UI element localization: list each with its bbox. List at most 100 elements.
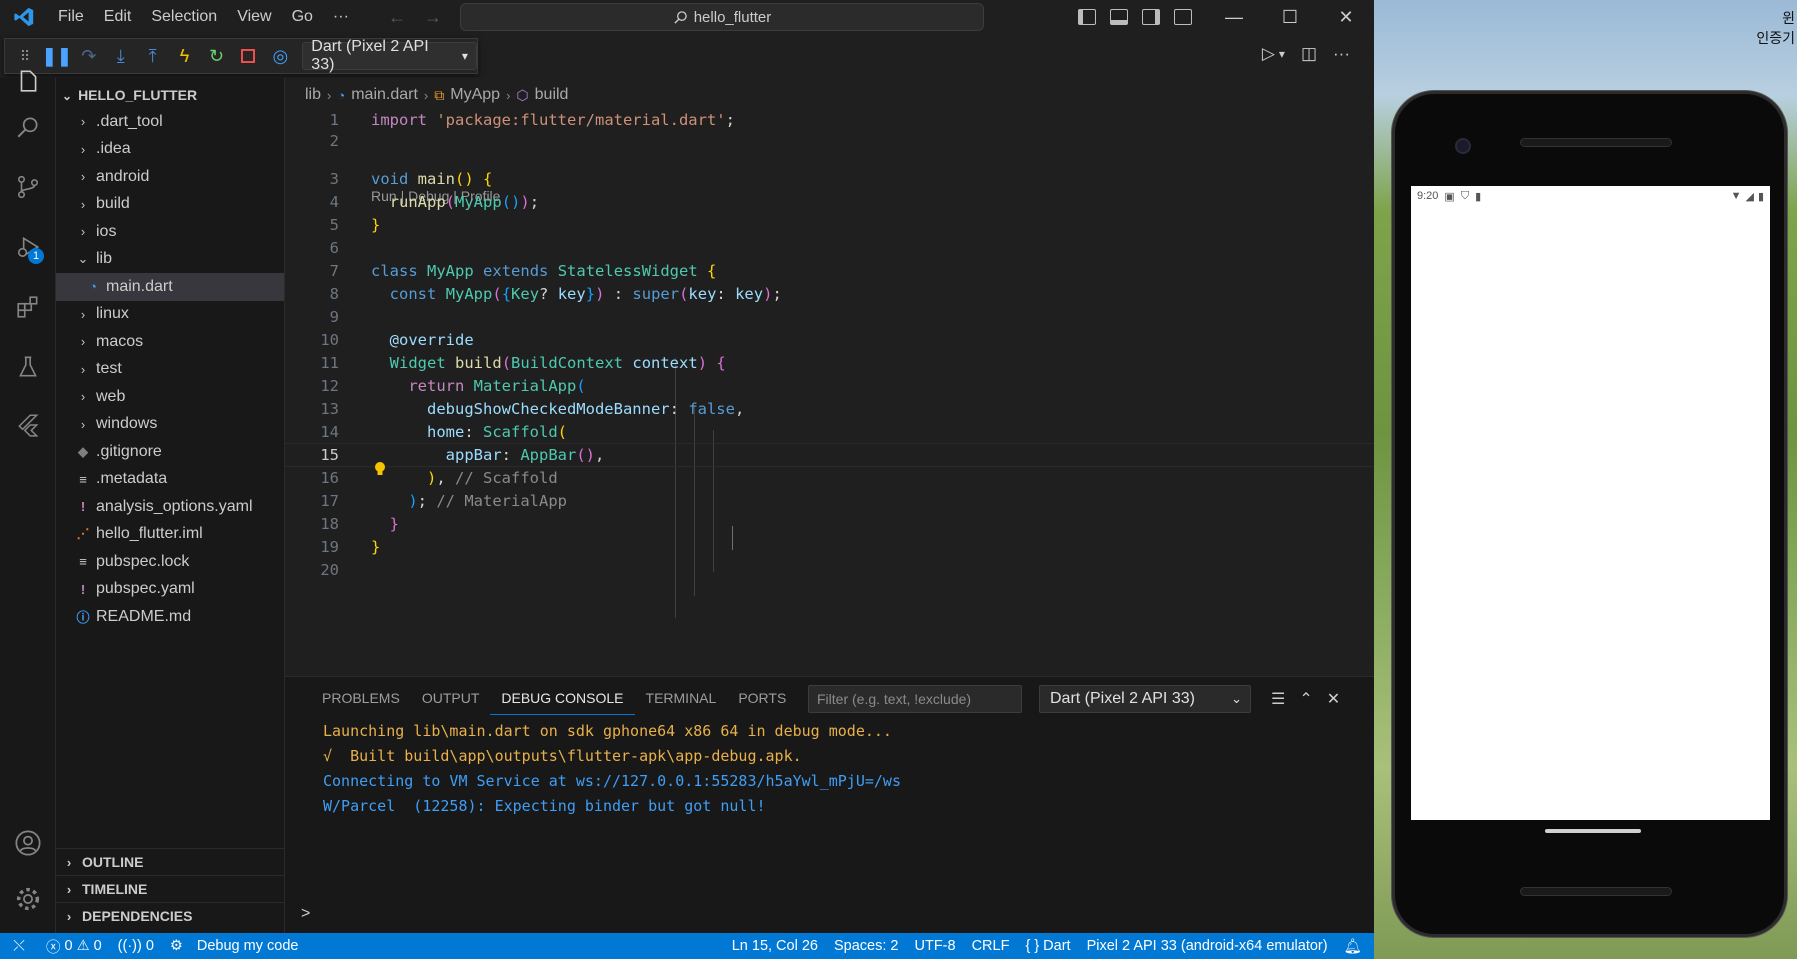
maximize-button[interactable]: ☐: [1262, 0, 1318, 34]
tab-debug-console[interactable]: DEBUG CONSOLE: [490, 687, 635, 715]
back-arrow-icon[interactable]: ←: [388, 7, 406, 28]
remote-indicator-icon[interactable]: ⤬: [0, 933, 38, 959]
console-input-prompt[interactable]: >: [301, 905, 310, 923]
tab-output[interactable]: OUTPUT: [411, 687, 491, 715]
tree-item-pubspec-lock[interactable]: ≡ pubspec.lock: [56, 548, 284, 576]
manage-gear-icon[interactable]: [0, 874, 56, 924]
step-into-icon[interactable]: ⤓: [105, 41, 137, 71]
extensions-icon[interactable]: [0, 282, 56, 332]
debug-session-select[interactable]: Dart (Pixel 2 API 33) ⌄: [1039, 685, 1251, 713]
source-control-icon[interactable]: [0, 162, 56, 212]
tree-item-idea[interactable]: › .idea: [56, 136, 284, 164]
maximize-panel-icon[interactable]: ⌃: [1299, 689, 1312, 709]
toggle-primary-sidebar-icon[interactable]: [1078, 9, 1096, 25]
breadcrumb-method[interactable]: build: [535, 86, 569, 104]
problems-status[interactable]: ⓧ 0 ⚠ 0: [38, 936, 110, 957]
tree-item-main-dart[interactable]: ◔ main.dart: [56, 273, 284, 301]
chevron-down-icon: ⌄: [77, 251, 89, 267]
debug-session-label: Dart (Pixel 2 API 33): [1050, 690, 1195, 707]
tree-item-android[interactable]: › android: [56, 163, 284, 191]
status-bar: ⤬ ⓧ 0 ⚠ 0 ((·)) 0 ⚙ Debug my code Ln 15, Co…: [0, 933, 1374, 959]
dependencies-section[interactable]: › DEPENDENCIES: [56, 902, 285, 929]
chevron-right-icon: ›: [66, 854, 72, 870]
device-selector[interactable]: Pixel 2 API 33 (android-x64 emulator): [1079, 938, 1336, 954]
end-of-line[interactable]: CRLF: [964, 938, 1018, 954]
tree-item-iml[interactable]: ⋰ hello_flutter.iml: [56, 521, 284, 549]
run-and-debug-icon[interactable]: 1: [0, 222, 56, 272]
flutter-icon[interactable]: [0, 400, 56, 450]
tree-item-dart-tool[interactable]: › .dart_tool: [56, 108, 284, 136]
hot-reload-icon[interactable]: ϟ: [169, 41, 201, 71]
tab-terminal[interactable]: TERMINAL: [635, 687, 728, 715]
tree-item-test[interactable]: › test: [56, 356, 284, 384]
tree-item-metadata[interactable]: ≡ .metadata: [56, 466, 284, 494]
tree-item-readme[interactable]: ⓘ README.md: [56, 603, 284, 631]
code-text: const MyApp({Key? key}) : super(key: key…: [389, 284, 782, 303]
toggle-panel-icon[interactable]: [1110, 9, 1128, 25]
tree-item-macos[interactable]: › macos: [56, 328, 284, 356]
explorer-icon[interactable]: [0, 56, 56, 106]
breadcrumb-lib[interactable]: lib: [305, 86, 321, 104]
tree-item-lib[interactable]: ⌄ lib: [56, 246, 284, 274]
step-over-icon[interactable]: ↷: [73, 41, 105, 71]
outline-section[interactable]: › OUTLINE: [56, 848, 285, 875]
forward-arrow-icon[interactable]: →: [424, 7, 442, 28]
tree-item-ios[interactable]: › ios: [56, 218, 284, 246]
notifications-bell-icon[interactable]: 🔔︎: [1336, 938, 1374, 955]
toggle-secondary-sidebar-icon[interactable]: [1142, 9, 1160, 25]
console-filter-input[interactable]: Filter (e.g. text, !exclude): [808, 685, 1022, 713]
search-view-icon[interactable]: [0, 102, 56, 152]
close-window-button[interactable]: ✕: [1318, 0, 1374, 34]
step-out-icon[interactable]: ⤒: [137, 41, 169, 71]
encoding[interactable]: UTF-8: [906, 938, 963, 954]
text-file-icon: ≡: [79, 554, 87, 570]
tree-item-web[interactable]: › web: [56, 383, 284, 411]
code-text: }: [389, 514, 400, 533]
file-tree: › .dart_tool › .idea › android › build › ios …: [56, 108, 284, 631]
more-actions-icon[interactable]: ···: [1333, 44, 1350, 64]
debug-status[interactable]: ⚙ Debug my code: [162, 938, 307, 954]
menu-view[interactable]: View: [227, 0, 281, 34]
split-editor-icon[interactable]: ◫: [1301, 44, 1317, 64]
code-text: }: [371, 215, 381, 234]
code-editor[interactable]: lib › ◔ main.dart › ⧉ MyApp › ⬡ build Ru…: [285, 78, 1374, 676]
tree-item-linux[interactable]: › linux: [56, 301, 284, 329]
menu-go[interactable]: Go: [282, 0, 323, 34]
tree-item-pubspec-yaml[interactable]: ! pubspec.yaml: [56, 576, 284, 604]
tree-item-label: README.md: [96, 607, 192, 625]
minimize-button[interactable]: —: [1206, 0, 1262, 34]
menu-edit[interactable]: Edit: [94, 0, 142, 34]
run-icon[interactable]: ▷: [1262, 44, 1275, 64]
testing-icon[interactable]: [0, 342, 56, 392]
account-icon[interactable]: [0, 818, 56, 868]
run-dropdown-icon[interactable]: ▾: [1279, 47, 1285, 61]
tree-item-windows[interactable]: › windows: [56, 411, 284, 439]
menu-selection[interactable]: Selection: [141, 0, 227, 34]
stop-icon[interactable]: [232, 41, 264, 71]
language-mode[interactable]: { } Dart: [1017, 938, 1078, 954]
lightbulb-icon[interactable]: [373, 461, 387, 477]
debug-target-select[interactable]: Dart (Pixel 2 API 33) ▾: [302, 38, 477, 73]
tree-item-gitignore[interactable]: ◆ .gitignore: [56, 438, 284, 466]
gesture-navigation-bar[interactable]: [1545, 829, 1641, 833]
ports-status[interactable]: ((·)) 0: [110, 938, 162, 954]
menu-more[interactable]: ···: [323, 0, 359, 34]
tree-item-analysis-options[interactable]: ! analysis_options.yaml: [56, 493, 284, 521]
indentation[interactable]: Spaces: 2: [826, 938, 907, 954]
devtools-icon[interactable]: ◎: [264, 41, 296, 71]
command-center[interactable]: hello_flutter: [460, 3, 984, 31]
close-panel-icon[interactable]: ✕: [1327, 689, 1340, 709]
cursor-position[interactable]: Ln 15, Col 26: [724, 938, 826, 954]
emulator-screen[interactable]: 9:20 ▣ ⛉ ▮ ▼ ◢ ▮: [1411, 186, 1770, 820]
tab-problems[interactable]: PROBLEMS: [311, 687, 411, 715]
clear-console-icon[interactable]: ☰: [1271, 689, 1285, 709]
explorer-root[interactable]: ⌄ HELLO_FLUTTER: [56, 82, 284, 108]
breadcrumb-file[interactable]: main.dart: [351, 86, 418, 104]
breadcrumb-class[interactable]: MyApp: [450, 86, 500, 104]
tab-ports[interactable]: PORTS: [727, 687, 797, 715]
tree-item-build[interactable]: › build: [56, 191, 284, 219]
timeline-section[interactable]: › TIMELINE: [56, 875, 285, 902]
restart-icon[interactable]: ↻: [201, 41, 233, 71]
menu-file[interactable]: File: [48, 0, 94, 34]
customize-layout-icon[interactable]: [1174, 9, 1192, 25]
